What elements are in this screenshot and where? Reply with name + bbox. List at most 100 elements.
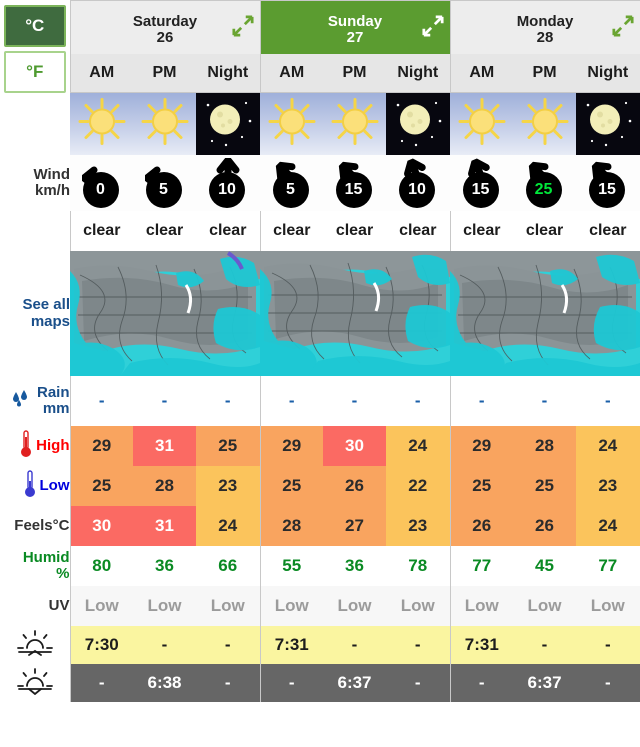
high-temp-cell: 25 (196, 426, 261, 466)
condition-cell: clear (69, 211, 133, 251)
condition-cell: clear (513, 211, 577, 251)
high-temp-cell: 24 (386, 426, 451, 466)
wind-row-label: Wind km/h (0, 155, 70, 211)
map-image (260, 251, 451, 376)
uv-row-label: UV (0, 586, 70, 626)
day-header-monday[interactable]: Monday 28 (449, 0, 640, 54)
rain-cell: - (69, 376, 133, 426)
low-temp-cell: 23 (576, 466, 640, 506)
wind-cell: 15 (323, 155, 386, 211)
sky-row-label-spacer (0, 92, 70, 155)
high-temp-cell: 30 (323, 426, 386, 466)
sun-icon (331, 98, 379, 151)
sky-cell (260, 93, 323, 155)
period-cell[interactable]: AM (449, 53, 514, 93)
sunrise-cell: - (133, 626, 196, 664)
wind-label-line1: Wind (33, 166, 70, 184)
low-temp-cell: 23 (196, 466, 261, 506)
sunset-cell: - (449, 664, 514, 702)
period-cell[interactable]: PM (513, 53, 577, 93)
sunrise-row: 7:30 - - 7:31 - - 7:31 - - (0, 626, 640, 664)
sunset-cell: - (259, 664, 323, 702)
sun-icon (141, 98, 189, 151)
day-header-saturday[interactable]: Saturday 26 (69, 0, 261, 54)
condition-cell: clear (386, 211, 451, 251)
feels-cell: 23 (386, 506, 451, 546)
high-row-label: High (0, 426, 70, 466)
period-cell[interactable]: PM (323, 53, 386, 93)
sunset-cell: 6:37 (513, 664, 577, 702)
day-header-sunday[interactable]: Sunday 27 (259, 0, 451, 54)
high-temp-cell: 29 (449, 426, 514, 466)
expand-arrows-icon[interactable] (611, 15, 634, 37)
forecast-table: °C °F Saturday 26 Sunday 27 Monday 28 AM… (0, 0, 640, 702)
feels-cell: 26 (449, 506, 514, 546)
uv-cell: Low (69, 586, 133, 626)
map-image (70, 251, 260, 376)
map-image (450, 251, 640, 376)
sky-icon-row (0, 92, 640, 155)
rain-drops-icon (10, 389, 34, 413)
humidity-cell: 77 (576, 546, 640, 586)
wind-speed-value: 25 (525, 172, 562, 208)
weather-map-monday[interactable] (450, 251, 640, 376)
high-temp-row: High 29 31 25 29 30 24 29 28 24 (0, 426, 640, 466)
expand-arrows-icon[interactable] (231, 15, 254, 37)
weather-map-saturday[interactable] (70, 251, 260, 376)
day-header-row: °C °F Saturday 26 Sunday 27 Monday 28 (0, 0, 640, 93)
rain-cell: - (133, 376, 196, 426)
uv-cell: Low (449, 586, 514, 626)
sky-cell (323, 93, 386, 155)
expand-arrows-icon[interactable] (421, 15, 444, 37)
humidity-cell: 55 (259, 546, 323, 586)
humidity-cell: 36 (133, 546, 196, 586)
sun-icon (521, 98, 569, 151)
rain-cell: - (576, 376, 640, 426)
rain-cell: - (259, 376, 323, 426)
period-cell[interactable]: AM (259, 53, 323, 93)
celsius-toggle-button[interactable]: °C (3, 4, 66, 47)
period-cell[interactable]: Night (386, 53, 451, 93)
stars-icon (206, 101, 252, 147)
low-temp-cell: 28 (133, 466, 196, 506)
sunrise-cell: 7:31 (449, 626, 514, 664)
condition-cell: clear (449, 211, 514, 251)
rain-label-line1: Rain (36, 384, 70, 402)
period-cell[interactable]: AM (69, 53, 133, 93)
humid-label-line2: % (56, 565, 70, 582)
humidity-cell: 45 (513, 546, 577, 586)
sky-cell (196, 93, 260, 155)
wind-speed-value: 15 (589, 172, 626, 208)
low-label: Low (39, 477, 70, 495)
humidity-cell: 78 (386, 546, 451, 586)
period-cell[interactable]: Night (196, 53, 261, 93)
sunrise-row-label (0, 626, 70, 664)
map-row: See all maps (0, 251, 640, 376)
uv-cell: Low (513, 586, 577, 626)
period-cell[interactable]: PM (133, 53, 196, 93)
thermometer-red-icon (19, 429, 33, 463)
humidity-row: Humid % 80 36 66 55 36 78 77 45 77 (0, 546, 640, 586)
high-label: High (36, 437, 70, 455)
rain-label-line2: mm (42, 400, 70, 417)
rain-cell: - (386, 376, 451, 426)
rain-cell: - (323, 376, 386, 426)
wind-speed-value: 15 (462, 172, 499, 208)
sunrise-cell: - (323, 626, 386, 664)
weather-map-sunday[interactable] (260, 251, 451, 376)
feels-cell: 24 (576, 506, 640, 546)
rain-cell: - (449, 376, 514, 426)
feels-cell: 26 (513, 506, 577, 546)
rain-row: Rain mm - - - - - - - - - (0, 376, 640, 426)
period-row: AM PM Night AM PM Night AM PM Night (0, 53, 640, 93)
high-temp-cell: 29 (259, 426, 323, 466)
condition-cell: clear (259, 211, 323, 251)
uv-cell: Low (323, 586, 386, 626)
condition-row-label-spacer (0, 211, 70, 251)
see-all-maps-link[interactable]: See all maps (0, 251, 70, 376)
wind-row: Wind km/h 0 5 10 5 15 10 15 25 15 (0, 155, 640, 211)
fahrenheit-toggle-button[interactable]: °F (3, 50, 66, 93)
wind-speed-value: 0 (82, 172, 119, 208)
sunset-icon (15, 668, 55, 699)
period-cell[interactable]: Night (576, 53, 640, 93)
